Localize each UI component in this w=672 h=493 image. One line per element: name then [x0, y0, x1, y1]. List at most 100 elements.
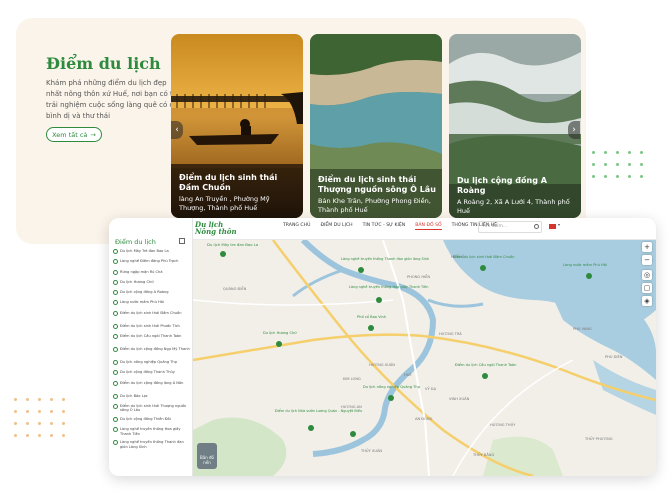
- map-app-window: Điểm du lịch Du lịch Mây Tré đan Bao La …: [109, 218, 656, 476]
- decorative-dots-orange: [14, 398, 65, 437]
- map-pin-icon: [113, 427, 118, 433]
- map-marker-dot[interactable]: [350, 431, 356, 437]
- map-pin-icon: [113, 393, 118, 399]
- map-place-label: THỦY XUÂN: [360, 448, 382, 453]
- collapse-panel-icon[interactable]: [179, 238, 185, 244]
- map-pin-icon: [113, 334, 118, 340]
- map-pin-icon: [113, 269, 118, 275]
- sidebar-item[interactable]: Du lịch cộng đồng Thanh Thủy: [113, 369, 191, 379]
- sidebar-item[interactable]: Điểm du lịch sinh thái Phước Tích: [113, 323, 191, 333]
- nav-destinations[interactable]: ĐIỂM DU LỊCH: [320, 223, 352, 230]
- svg-text:Làng nghề truyền thống Thanh đ: Làng nghề truyền thống Thanh đan giòn là…: [341, 257, 429, 261]
- screenshot-stage: Điểm du lịch Khám phá những điểm du lịch…: [0, 0, 672, 493]
- sidebar-list: Du lịch Mây Tré đan Bao La Làng nghề Điê…: [113, 248, 191, 452]
- sidebar-item[interactable]: Du lịch cộng đồng Thiền Đôi: [113, 416, 191, 426]
- map-pin-icon: [113, 259, 118, 265]
- layers-icon[interactable]: ◈: [642, 296, 652, 306]
- zoom-out-button[interactable]: −: [642, 255, 652, 265]
- destination-card[interactable]: Điểm du lịch sinh thái Thượng nguồn sông…: [310, 34, 442, 218]
- destination-card[interactable]: Điểm du lịch sinh thái Đầm Chuồn làng An…: [171, 34, 303, 218]
- map-place-label: VINH XUÂN: [449, 396, 470, 401]
- view-all-button[interactable]: Xem tất cả →: [46, 127, 102, 142]
- site-logo[interactable]: Du lịch Nông thôn: [195, 221, 237, 235]
- sidebar-item[interactable]: Điểm du lịch sinh thái Thượng nguồn sông…: [113, 403, 191, 416]
- map-place-label: PHONG HIỀN: [407, 274, 430, 279]
- sidebar-item[interactable]: Rừng ngập mặn Rú Chá: [113, 269, 191, 279]
- sidebar-item[interactable]: Du lịch cộng đồng A Roàng: [113, 289, 191, 299]
- svg-text:Du lịch Mây tre đan Bao La: Du lịch Mây tre đan Bao La: [207, 242, 258, 247]
- map-place-label: PHÚ VANG: [573, 326, 592, 331]
- map-place-label: PHÚ DIÊN: [605, 354, 623, 359]
- sidebar-item[interactable]: Du lịch Mây Tré đan Bao La: [113, 248, 191, 258]
- map-pin-icon: [113, 310, 118, 316]
- sidebar-title: Điểm du lịch: [115, 238, 156, 246]
- view-all-label: Xem tất cả: [52, 130, 88, 139]
- svg-text:Phố cổ Bao Vinh: Phố cổ Bao Vinh: [357, 314, 386, 319]
- promo-description: Khám phá những điểm du lịch đẹp nhất nôn…: [46, 79, 182, 120]
- search-icon[interactable]: [534, 224, 539, 229]
- svg-text:Điểm du lịch Cầu ngói Thanh To: Điểm du lịch Cầu ngói Thanh Toàn: [455, 362, 516, 367]
- main-nav: TRANG CHỦ ĐIỂM DU LỊCH TIN TỨC - SỰ KIỆN…: [283, 223, 497, 230]
- carousel-prev-button[interactable]: ‹: [171, 121, 183, 139]
- map-pin-icon: [113, 300, 118, 306]
- destination-name: Điểm du lịch sinh thái Đầm Chuồn: [179, 173, 278, 192]
- sidebar-item[interactable]: Làng nghề Điêm đăng Phú Trạch: [113, 258, 191, 268]
- zoom-in-button[interactable]: +: [642, 242, 652, 252]
- chevron-down-icon[interactable]: ▾: [558, 222, 560, 227]
- map-pin-icon: [113, 323, 118, 329]
- sidebar-item[interactable]: Làng nghề truyền thống Thanh đan giòn Là…: [113, 439, 191, 452]
- svg-text:Điểm du lịch sinh thái Đầm Chu: Điểm du lịch sinh thái Đầm Chuồn: [453, 254, 515, 259]
- destination-card[interactable]: Du lịch cộng đồng A Roàng A Roàng 2, Xã …: [449, 34, 581, 218]
- sidebar-item[interactable]: Du lịch nông nghiệp Quảng Thọ: [113, 359, 191, 369]
- logo-line-2: Nông thôn: [195, 227, 237, 236]
- map-pin-icon: [113, 360, 118, 366]
- map-pin-icon: [113, 370, 118, 376]
- map-pin-icon: [113, 416, 118, 422]
- base-map-switcher[interactable]: Bản đồ nền: [197, 443, 217, 469]
- destination-sidebar: Điểm du lịch Du lịch Mây Tré đan Bao La …: [109, 218, 193, 476]
- promo-title: Điểm du lịch: [46, 54, 161, 73]
- map-place-label: HƯƠNG XUÂN: [369, 362, 395, 367]
- carousel-next-button[interactable]: ›: [568, 121, 580, 139]
- decorative-dots-green: [592, 151, 643, 178]
- sidebar-item[interactable]: Điểm du lịch cộng đồng Ngự Mỹ Thanh: [113, 346, 191, 359]
- map-pin-icon: [113, 380, 118, 386]
- nav-digital-map[interactable]: BẢN ĐỒ SỐ: [415, 223, 442, 230]
- destination-name: Du lịch cộng đồng A Roàng: [457, 176, 547, 195]
- sidebar-item[interactable]: Điểm du lịch cộng đồng làng Á Nôn: [113, 380, 191, 393]
- map-canvas[interactable]: HIỀN SĨ QUẢNG ĐIỀN PHONG HIỀN HƯƠNG TRÀ …: [193, 240, 656, 476]
- map-place-label: THỦY BẰNG: [472, 452, 494, 457]
- sidebar-item[interactable]: Làng nước mắm Phú Hải: [113, 299, 191, 309]
- search-placeholder: Tìm kiếm...: [482, 224, 508, 229]
- locate-icon[interactable]: ◎: [642, 270, 652, 280]
- map-place-label: VỸ DẠ: [425, 386, 437, 391]
- map-place-label: HƯƠNG TRÀ: [439, 331, 462, 336]
- sidebar-item[interactable]: Làng nghề truyền thống Hoa giấy Thanh Ti…: [113, 426, 191, 439]
- map-svg[interactable]: HIỀN SĨ QUẢNG ĐIỀN PHONG HIỀN HƯƠNG TRÀ …: [193, 240, 656, 476]
- destination-name: Điểm du lịch sinh thái Thượng nguồn sông…: [318, 175, 436, 194]
- map-pin-icon: [113, 279, 118, 285]
- map-pin-icon: [113, 290, 118, 296]
- svg-text:Điểm du lịch Nhà vườn Lương Qu: Điểm du lịch Nhà vườn Lương Quán - Nguyệ…: [275, 408, 362, 413]
- sidebar-item[interactable]: Điểm du lịch Cầu ngói Thanh Toàn: [113, 333, 191, 346]
- sidebar-item[interactable]: Du lịch Bảo Lạc: [113, 393, 191, 403]
- fullscreen-icon[interactable]: ▢: [642, 283, 652, 293]
- nav-home[interactable]: TRANG CHỦ: [283, 223, 310, 230]
- map-place-label: QUẢNG ĐIỀN: [223, 286, 247, 291]
- map-place-label: THỦY PHƯƠNG: [584, 436, 613, 441]
- svg-text:Làng nước mắm Phú Hải: Làng nước mắm Phú Hải: [563, 262, 607, 267]
- destination-card-text: Du lịch cộng đồng A Roàng A Roàng 2, Xã …: [457, 176, 575, 215]
- sidebar-item[interactable]: Điểm du lịch sinh thái Đầm Chuồn: [113, 310, 191, 323]
- vietnam-flag-icon[interactable]: [549, 224, 556, 229]
- map-pin-icon: [113, 249, 118, 254]
- destination-location: A Roàng 2, Xã A Lưới 4, Thành phố Huế: [457, 198, 570, 215]
- nav-news[interactable]: TIN TỨC - SỰ KIỆN: [363, 223, 406, 230]
- arrow-right-icon: →: [90, 130, 96, 139]
- map-place-label: AN ĐÔNG: [415, 416, 433, 421]
- svg-text:Làng nghề truyền thống Hoa giấ: Làng nghề truyền thống Hoa giấy Thanh Ti…: [349, 285, 428, 289]
- search-input[interactable]: Tìm kiếm...: [478, 221, 542, 233]
- map-pin-icon: [113, 347, 118, 353]
- chevron-right-icon: ›: [572, 125, 576, 135]
- svg-text:Du lịch Hương Chữ: Du lịch Hương Chữ: [263, 331, 297, 335]
- sidebar-item[interactable]: Du lịch Hương Chữ: [113, 279, 191, 289]
